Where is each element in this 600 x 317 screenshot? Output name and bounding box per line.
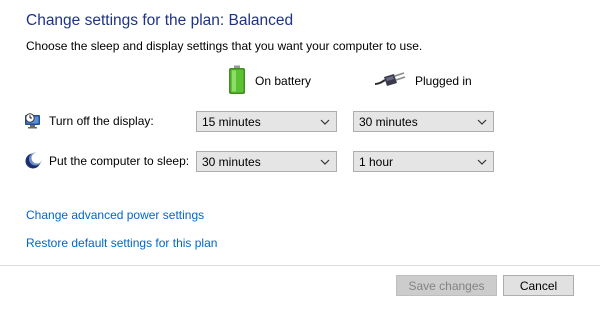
sleep-on-battery-select[interactable]: 30 minutes — [196, 151, 337, 172]
display-setting-text: Turn off the display: — [49, 114, 154, 128]
column-label-on-battery: On battery — [255, 74, 312, 88]
page-subtitle: Choose the sleep and display settings th… — [26, 39, 423, 53]
power-plug-icon — [374, 70, 406, 93]
display-on-battery-value: 15 minutes — [202, 114, 261, 129]
divider — [0, 265, 600, 266]
battery-icon — [228, 65, 246, 98]
display-plugged-in-value: 30 minutes — [359, 114, 418, 129]
page-title: Change settings for the plan: Balanced — [26, 12, 294, 29]
chevron-down-icon — [477, 159, 487, 165]
sleep-setting-label: Put the computer to sleep: — [24, 151, 189, 171]
display-setting-label: Turn off the display: — [24, 111, 154, 131]
sleep-plugged-in-select[interactable]: 1 hour — [353, 151, 494, 172]
monitor-clock-icon — [24, 112, 42, 130]
sleep-plugged-in-value: 1 hour — [359, 154, 394, 169]
advanced-power-settings-link[interactable]: Change advanced power settings — [26, 208, 204, 222]
display-on-battery-select[interactable]: 15 minutes — [196, 111, 337, 132]
restore-defaults-link[interactable]: Restore default settings for this plan — [26, 236, 217, 250]
column-header-plugged-in: Plugged in — [374, 66, 472, 96]
column-header-on-battery: On battery — [228, 65, 312, 98]
chevron-down-icon — [320, 159, 330, 165]
column-label-plugged-in: Plugged in — [415, 74, 472, 88]
chevron-down-icon — [320, 119, 330, 125]
display-plugged-in-select[interactable]: 30 minutes — [353, 111, 494, 132]
cancel-button[interactable]: Cancel — [503, 275, 574, 296]
moon-icon — [24, 152, 43, 170]
save-changes-button[interactable]: Save changes — [396, 275, 497, 296]
sleep-on-battery-value: 30 minutes — [202, 154, 261, 169]
chevron-down-icon — [477, 119, 487, 125]
sleep-setting-text: Put the computer to sleep: — [49, 154, 190, 168]
